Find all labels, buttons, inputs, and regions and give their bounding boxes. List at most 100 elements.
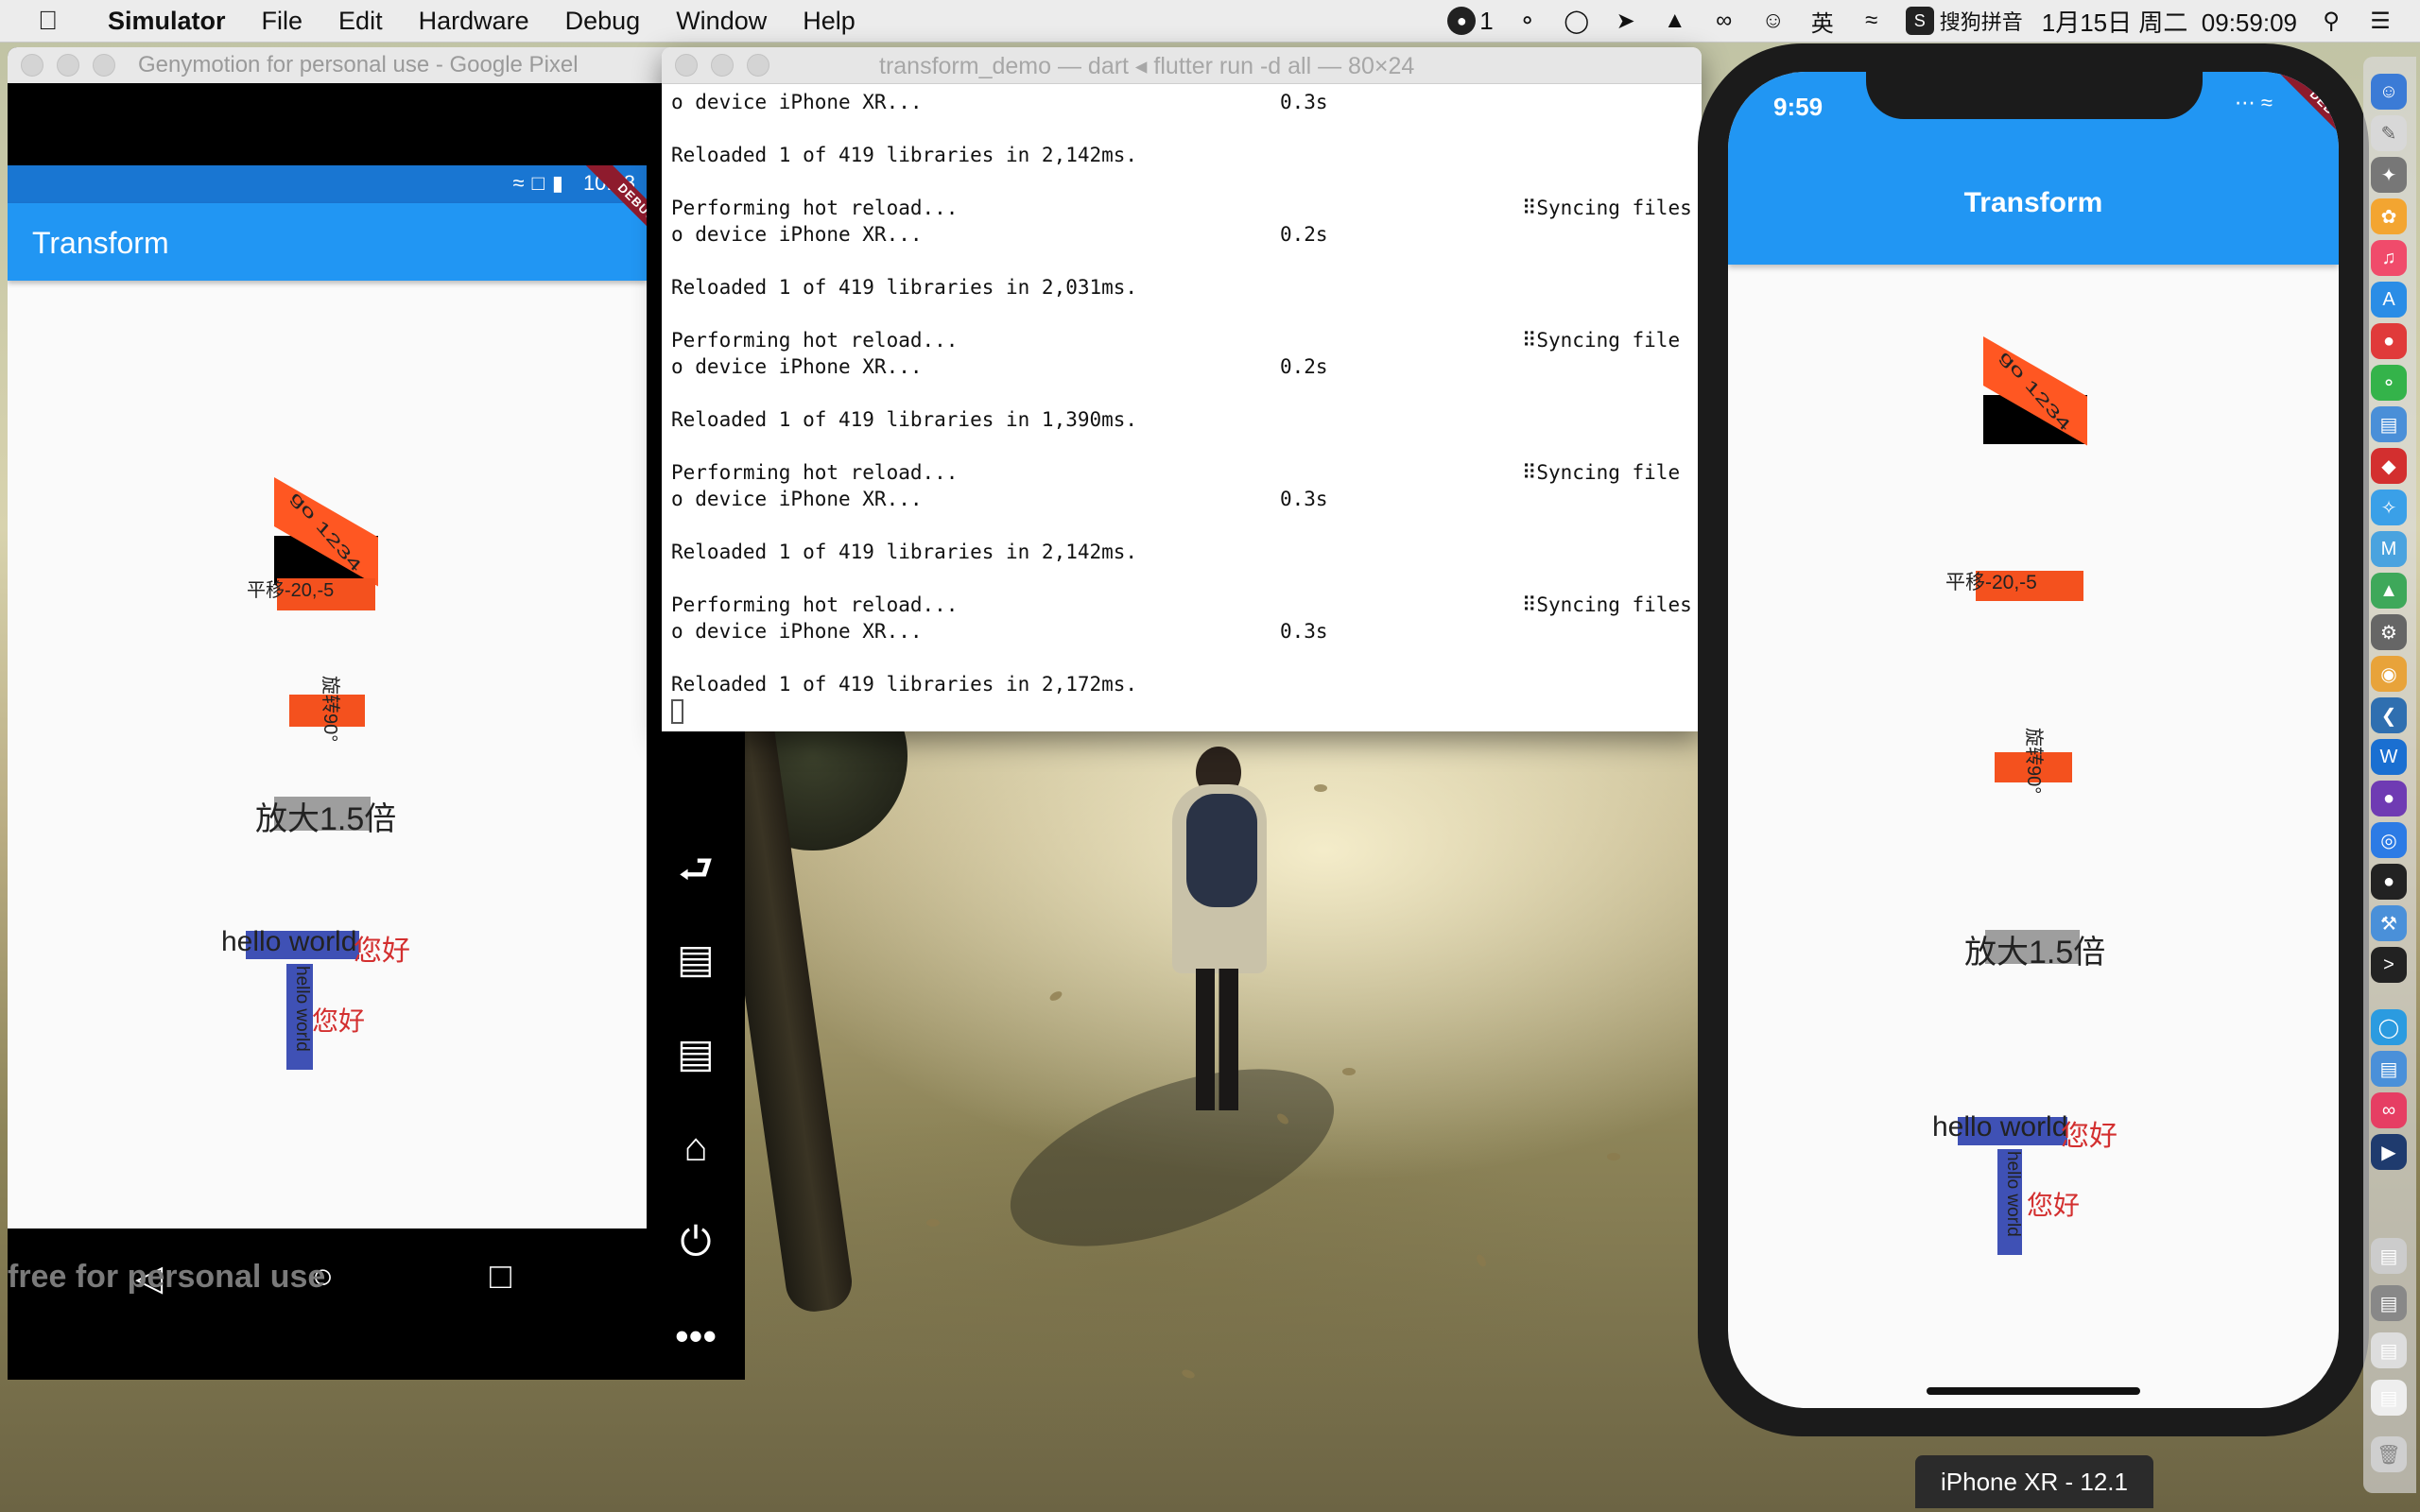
terminal-line: o device iPhone XR... 0.3s xyxy=(671,618,1692,644)
iphone-screen[interactable]: 9:59 ⋯ ≈ Transform DEBUG go 1234 平移-20,-… xyxy=(1728,72,2339,1408)
music-icon[interactable]: ♫ xyxy=(2371,240,2407,276)
quicktime-icon[interactable]: ▶ xyxy=(2371,1134,2407,1170)
terminal-window: transform_demo — dart ◂ flutter run -d a… xyxy=(662,47,1702,731)
chrome-icon[interactable]: ◉ xyxy=(2371,656,2407,692)
sogou-icon: S xyxy=(1905,7,1934,35)
android-app-bar: Transform xyxy=(8,203,647,281)
terminal-zoom-button[interactable] xyxy=(747,54,769,77)
webstorm-icon[interactable]: W xyxy=(2371,739,2407,775)
genymotion-dock-icon[interactable]: ∞ xyxy=(2371,1092,2407,1128)
menu-hardware[interactable]: Hardware xyxy=(419,7,529,36)
safari-icon[interactable]: ✧ xyxy=(2371,490,2407,525)
youdao-icon[interactable]: ◆ xyxy=(2371,448,2407,484)
terminal-titlebar[interactable]: transform_demo — dart ◂ flutter run -d a… xyxy=(662,47,1702,84)
creative-cloud-icon[interactable]: ∞ xyxy=(1709,6,1739,36)
folder-stack-icon[interactable]: ▤ xyxy=(2371,1380,2407,1416)
terminal-line-text: o device iPhone XR... xyxy=(671,620,923,643)
menu-window[interactable]: Window xyxy=(676,7,767,36)
side-power-button[interactable]: ⏻ xyxy=(671,1219,720,1265)
apple-menu-icon[interactable]:  xyxy=(38,6,79,36)
nihao-label: 您好 xyxy=(354,936,410,967)
terminal-line: o device iPhone XR... 0.3s xyxy=(671,486,1692,512)
launchpad-icon[interactable]: ✦ xyxy=(2371,157,2407,193)
iphone-hello-label: hello world xyxy=(1932,1111,2068,1143)
android-studio-icon[interactable]: ▲ xyxy=(2371,573,2407,609)
terminal-close-button[interactable] xyxy=(675,54,698,77)
terminal-line-duration: 0.3s xyxy=(1280,488,1328,510)
terminal-line: o device iPhone XR... 0.2s xyxy=(671,353,1692,380)
app-badge-count: 1 xyxy=(1479,6,1494,35)
red-app-icon[interactable]: ● xyxy=(2371,323,2407,359)
terminal-line-sync-status: ⠿Syncing file xyxy=(1522,461,1681,484)
side-recents-button[interactable]: ▤ xyxy=(671,936,720,982)
wechat-icon[interactable]: ⚬ xyxy=(1512,6,1543,36)
qq-icon[interactable]: ◯ xyxy=(1562,6,1592,36)
terminal-line: Performing hot reload... ⠿Syncing file xyxy=(671,327,1692,353)
android-navigation-bar: ◁ ○ □ xyxy=(8,1228,647,1380)
notes-icon[interactable]: ✎ xyxy=(2371,115,2407,151)
genymotion-titlebar[interactable]: Genymotion for personal use - Google Pix… xyxy=(8,47,745,83)
menu-debug[interactable]: Debug xyxy=(565,7,641,36)
wechat-dock-icon[interactable]: ⚬ xyxy=(2371,365,2407,401)
window-zoom-button[interactable] xyxy=(93,54,115,77)
side-home-button[interactable]: ⌂ xyxy=(671,1125,720,1170)
sogou-input-method[interactable]: S 搜狗拼音 xyxy=(1905,6,2023,36)
document-thumbnail-icon[interactable]: ▤ xyxy=(2371,1238,2407,1274)
screenshot-thumbnail-icon[interactable]: ▤ xyxy=(2371,1285,2407,1321)
send-icon[interactable]: ➤ xyxy=(1611,6,1641,36)
genymotion-window-title: Genymotion for personal use - Google Pix… xyxy=(138,52,579,77)
github-icon[interactable]: ● xyxy=(2371,781,2407,816)
android-recents-button[interactable]: □ xyxy=(490,1257,511,1297)
maps-icon[interactable]: ◎ xyxy=(2371,822,2407,858)
side-more-button[interactable]: ••• xyxy=(671,1314,720,1359)
window-minimize-button[interactable] xyxy=(57,54,79,77)
terminal-line: Performing hot reload... ⠿Syncing files xyxy=(671,195,1692,221)
android-app-title: Transform xyxy=(32,226,169,260)
app-store-icon[interactable]: A xyxy=(2371,282,2407,318)
terminal-line: Reloaded 1 of 419 libraries in 2,031ms. xyxy=(671,274,1692,301)
menu-bar-clock[interactable]: 1月15日 周二 09:59:09 xyxy=(2042,4,2297,39)
genymotion-side-toolbar: ⮐ ▤ ▤ ⌂ ⏻ ••• xyxy=(647,728,745,1380)
input-method-english[interactable]: 英 xyxy=(1807,6,1838,37)
trash-icon[interactable]: 🗑 xyxy=(2371,1436,2407,1472)
menu-edit[interactable]: Edit xyxy=(338,7,383,36)
app-badge-status[interactable]: ● 1 xyxy=(1447,6,1494,36)
wifi-icon[interactable]: ≈ xyxy=(1857,6,1887,36)
iphone-nihao-label: 您好 xyxy=(2061,1121,2118,1152)
terminal-line-sync-status: ⠿Syncing files xyxy=(1522,197,1692,219)
emoji-icon[interactable]: ☺ xyxy=(1758,6,1789,36)
iphone-home-indicator[interactable] xyxy=(1927,1387,2140,1395)
browser-icon[interactable]: ◯ xyxy=(2371,1009,2407,1045)
menu-file[interactable]: File xyxy=(262,7,303,36)
android-screen[interactable]: ≈□▮ 10:48 Transform DEBUG go 1234 平移-20,… xyxy=(8,165,647,1228)
side-back-button[interactable]: ⮐ xyxy=(671,841,720,908)
qq-dock-icon[interactable]: ● xyxy=(2371,864,2407,900)
finder-icon[interactable]: ☺ xyxy=(2371,74,2407,110)
preview-icon[interactable]: ▤ xyxy=(2371,406,2407,442)
android-status-icons: ≈□▮ xyxy=(512,171,571,195)
hello-label: hello world xyxy=(221,926,357,957)
spotlight-search-icon[interactable]: ⚲ xyxy=(2316,6,2346,36)
xcode-icon[interactable]: ⚒ xyxy=(2371,905,2407,941)
menu-help[interactable]: Help xyxy=(803,7,856,36)
notification-center-icon[interactable]: ☰ xyxy=(2365,6,2395,36)
downloads-stack-icon[interactable]: ▤ xyxy=(2371,1332,2407,1368)
markdown-icon[interactable]: M xyxy=(2371,531,2407,567)
menu-app-simulator[interactable]: Simulator xyxy=(108,7,226,36)
terminal-line: Reloaded 1 of 419 libraries in 2,172ms. xyxy=(671,671,1692,697)
terminal-minimize-button[interactable] xyxy=(711,54,734,77)
terminal-line-sync-status: ⠿Syncing files xyxy=(1522,593,1692,616)
terminal-dock-icon[interactable]: > xyxy=(2371,947,2407,983)
simulator-dock-icon[interactable]: ▤ xyxy=(2371,1051,2407,1087)
vscode-icon[interactable]: ❮ xyxy=(2371,697,2407,733)
photos-icon[interactable]: ✿ xyxy=(2371,198,2407,234)
terminal-output[interactable]: o device iPhone XR... 0.3s Reloaded 1 of 4… xyxy=(671,89,1692,724)
iphone-app-title: Transform xyxy=(1963,187,2103,218)
terminal-line: o device iPhone XR... 0.2s xyxy=(671,221,1692,248)
notification-bell-icon[interactable]: ▲ xyxy=(1660,6,1690,36)
system-preferences-icon[interactable]: ⚙ xyxy=(2371,614,2407,650)
side-menu-button[interactable]: ▤ xyxy=(671,1030,720,1076)
window-close-button[interactable] xyxy=(21,54,43,77)
